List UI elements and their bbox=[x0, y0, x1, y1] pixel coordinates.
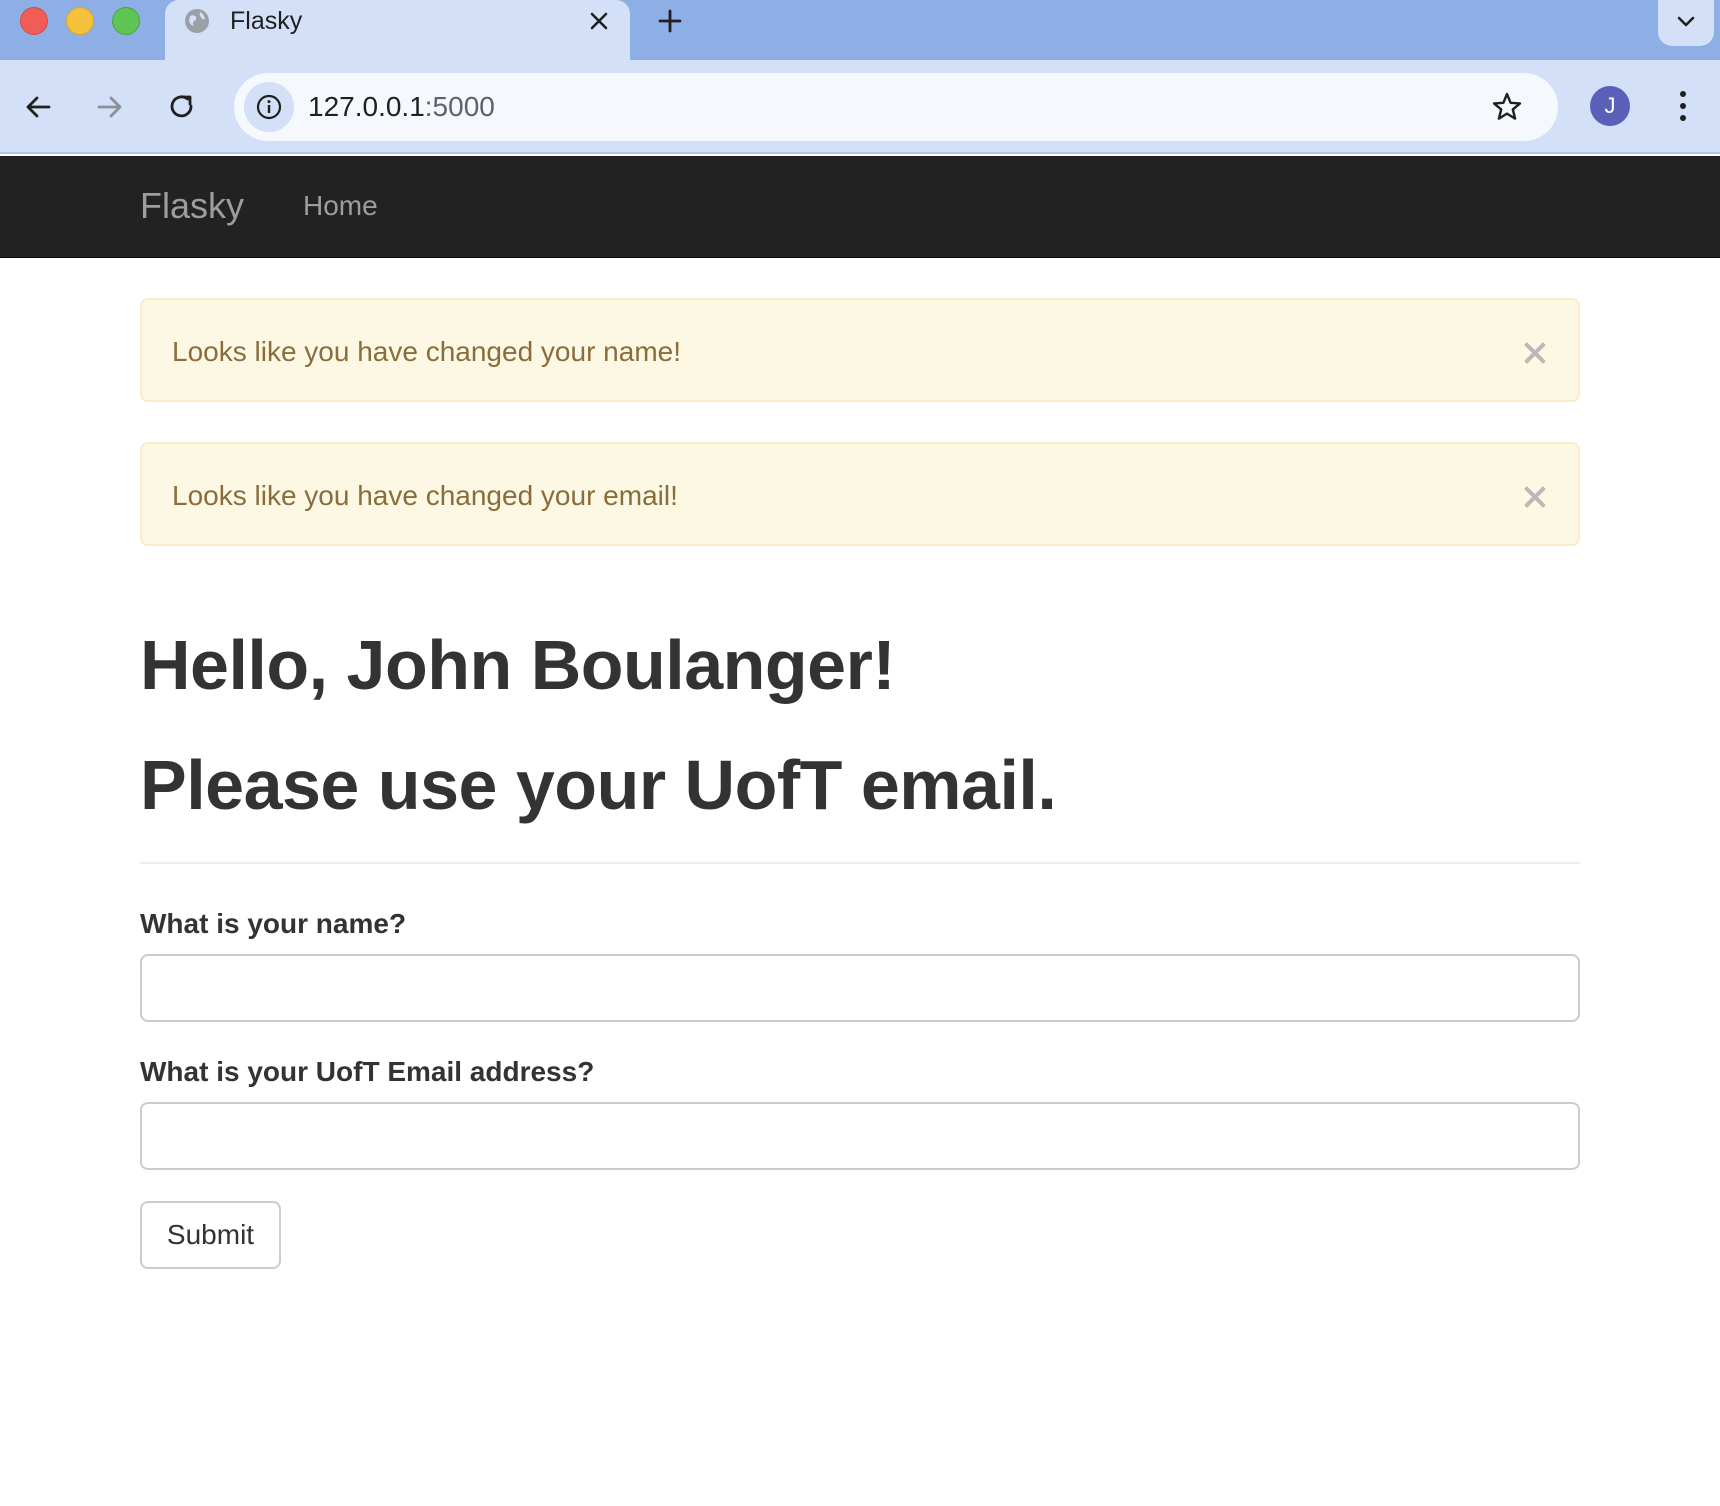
email-input[interactable] bbox=[140, 1102, 1580, 1170]
window-zoom-button[interactable] bbox=[112, 7, 140, 35]
url-text: 127.0.0.1:5000 bbox=[308, 92, 495, 122]
url-host: 127.0.0.1 bbox=[308, 91, 425, 122]
address-bar[interactable]: 127.0.0.1:5000 bbox=[234, 73, 1558, 141]
navbar-brand[interactable]: Flasky bbox=[140, 186, 244, 226]
close-icon[interactable] bbox=[1522, 340, 1548, 366]
name-input[interactable] bbox=[140, 954, 1580, 1022]
info-icon bbox=[256, 94, 282, 120]
nav-link-home[interactable]: Home bbox=[303, 190, 378, 222]
site-info-button[interactable] bbox=[244, 82, 294, 132]
globe-icon bbox=[183, 7, 211, 35]
flash-alert: Looks like you have changed your name! bbox=[140, 298, 1580, 402]
flash-alert: Looks like you have changed your email! bbox=[140, 442, 1580, 546]
site-navbar: Flasky Home bbox=[0, 156, 1720, 258]
tab-title: Flasky bbox=[230, 7, 303, 35]
submit-button[interactable]: Submit bbox=[140, 1201, 281, 1269]
alert-message: Looks like you have changed your name! bbox=[172, 336, 681, 367]
window-minimize-button[interactable] bbox=[66, 7, 94, 35]
bookmark-star-icon[interactable] bbox=[1490, 90, 1524, 124]
page-title: Hello, John Boulanger! bbox=[140, 626, 896, 704]
more-menu-icon[interactable] bbox=[1668, 86, 1698, 126]
browser-toolbar: 127.0.0.1:5000 J bbox=[0, 60, 1720, 154]
close-icon[interactable] bbox=[1522, 484, 1548, 510]
chevron-down-icon bbox=[1677, 16, 1695, 27]
email-field-label: What is your UofT Email address? bbox=[140, 1056, 595, 1087]
reload-icon[interactable] bbox=[164, 89, 200, 125]
page-subtitle: Please use your UofT email. bbox=[140, 746, 1057, 824]
plus-icon[interactable] bbox=[655, 6, 685, 36]
name-field-label: What is your name? bbox=[140, 908, 407, 939]
alert-message: Looks like you have changed your email! bbox=[172, 480, 678, 511]
browser-tabstrip: Flasky bbox=[0, 0, 1720, 60]
back-arrow-icon[interactable] bbox=[20, 89, 56, 125]
forward-arrow-icon[interactable] bbox=[92, 89, 128, 125]
url-port: :5000 bbox=[424, 91, 495, 122]
header-divider bbox=[140, 862, 1580, 864]
profile-avatar[interactable]: J bbox=[1590, 86, 1630, 126]
tab-search-button[interactable] bbox=[1658, 0, 1714, 46]
close-icon[interactable] bbox=[585, 7, 613, 35]
window-close-button[interactable] bbox=[20, 7, 48, 35]
browser-tab[interactable]: Flasky bbox=[165, 0, 630, 60]
